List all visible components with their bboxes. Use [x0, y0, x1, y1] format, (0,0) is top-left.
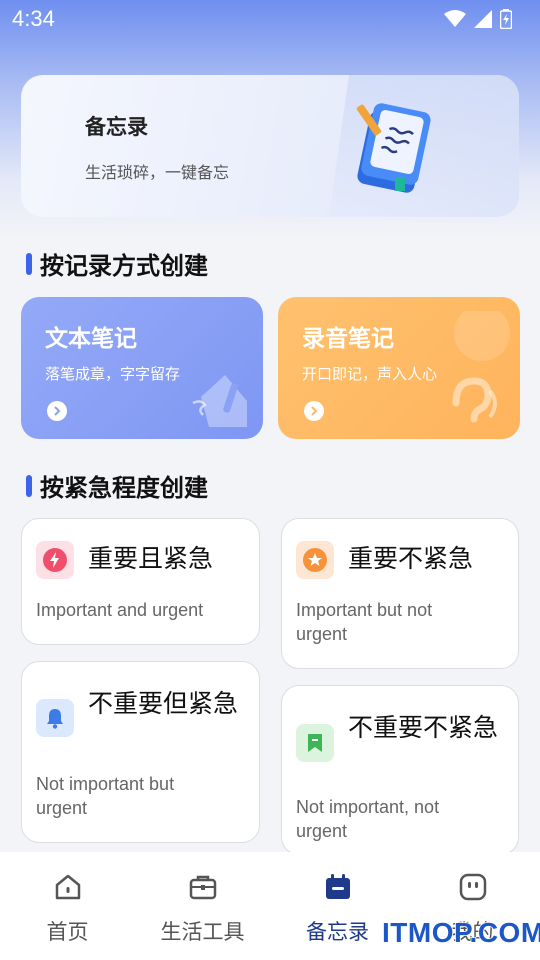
signal-icon [474, 10, 492, 28]
calendar-icon [323, 872, 353, 906]
urgency-title: 重要且紧急 [88, 544, 214, 573]
urgency-card-important-not-urgent[interactable]: 重要不紧急 Important but not urgent [281, 518, 519, 669]
nav-label: 生活工具 [160, 920, 245, 944]
banner-subtitle: 生活琐碎，一键备忘 [85, 163, 230, 182]
memo-banner: 备忘录 生活琐碎，一键备忘 [21, 75, 519, 217]
nav-item-life-tools[interactable]: 生活工具 [135, 852, 270, 960]
notebook-illustration [351, 97, 441, 197]
section-title-text: 按紧急程度创建 [40, 474, 208, 502]
urgency-desc: Important but not urgent [296, 600, 433, 644]
status-bar: 4:34 [0, 0, 540, 38]
urgency-desc: Not important but urgent [36, 774, 175, 818]
section-title-by-mode: 按记录方式创建 [26, 246, 208, 281]
urgency-title: 不重要但紧急 [88, 689, 239, 718]
section-accent-bar [26, 252, 32, 275]
audio-note-subtitle: 开口即记，声入人心 [302, 365, 438, 383]
toolbox-icon [188, 872, 218, 906]
urgency-title: 不重要不紧急 [348, 713, 499, 742]
bell-icon [36, 699, 74, 737]
section-title-text: 按记录方式创建 [40, 252, 208, 280]
audio-note-title: 录音笔记 [302, 326, 394, 352]
battery-icon [500, 9, 512, 29]
text-note-card[interactable]: 文本笔记 落笔成章，字字留存 [21, 297, 263, 439]
urgency-desc: Important and urgent [36, 600, 204, 620]
urgency-card-important-urgent[interactable]: 重要且紧急 Important and urgent [21, 518, 260, 645]
nav-label: 首页 [46, 920, 89, 944]
audio-note-card[interactable]: 录音笔记 开口即记，声入人心 [278, 297, 520, 439]
text-note-title: 文本笔记 [45, 326, 137, 352]
urgency-card-not-important-not-urgent[interactable]: 不重要不紧急 Not important, not urgent [281, 685, 519, 855]
star-icon [296, 541, 334, 579]
pen-illustration [187, 361, 257, 435]
urgency-card-not-important-urgent[interactable]: 不重要但紧急 Not important but urgent [21, 661, 260, 843]
chevron-right-icon[interactable] [304, 401, 324, 421]
bookmark-icon [296, 724, 334, 762]
section-title-by-urgency: 按紧急程度创建 [26, 468, 208, 503]
home-icon [53, 872, 83, 906]
lightning-icon [36, 541, 74, 579]
status-time: 4:34 [12, 6, 55, 31]
wifi-icon [444, 10, 466, 28]
text-note-subtitle: 落笔成章，字字留存 [45, 365, 181, 383]
section-accent-bar [26, 474, 32, 497]
urgency-desc: Not important, not urgent [296, 797, 440, 841]
nav-label: 备忘录 [306, 920, 369, 944]
chevron-right-icon[interactable] [47, 401, 67, 421]
banner-title: 备忘录 [85, 115, 148, 139]
urgency-title: 重要不紧急 [348, 544, 474, 573]
ear-illustration [434, 305, 514, 435]
status-icons [444, 9, 512, 29]
profile-icon [458, 872, 488, 906]
site-watermark: ITMOP.COM [381, 916, 540, 949]
nav-item-home[interactable]: 首页 [0, 852, 135, 960]
